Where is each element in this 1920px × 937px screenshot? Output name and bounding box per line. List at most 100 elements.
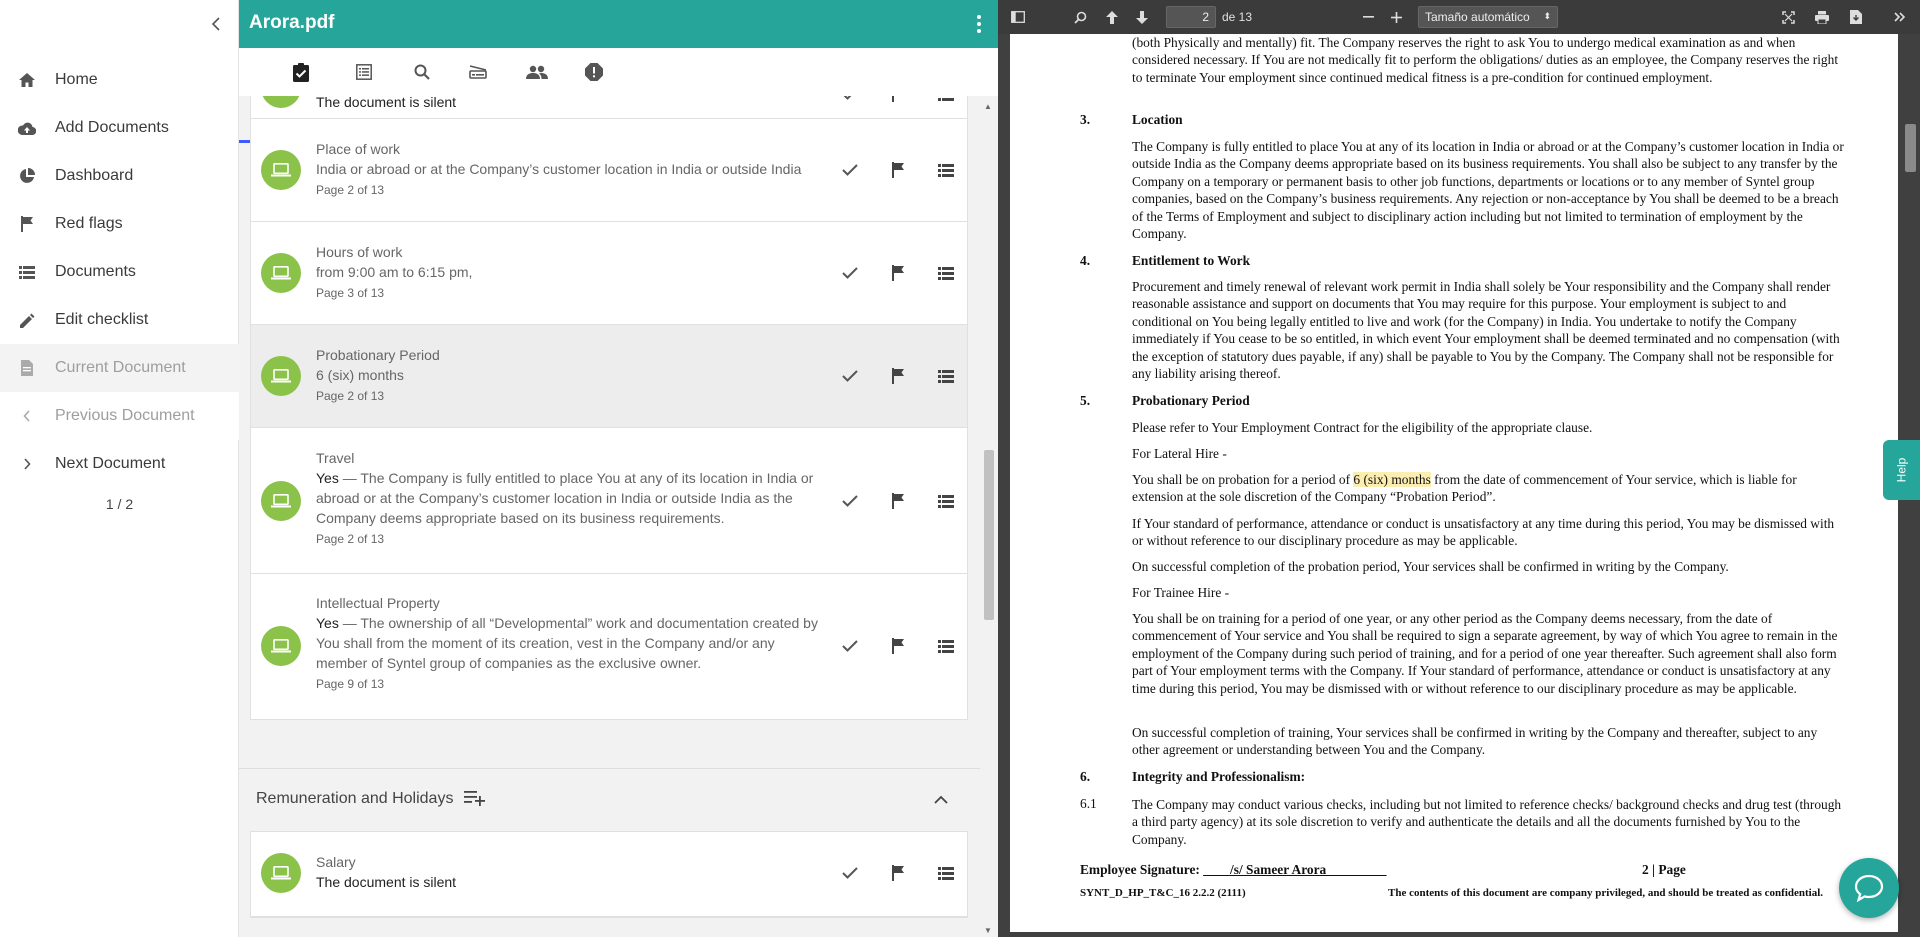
help-tab[interactable]: Help: [1883, 440, 1920, 500]
details-button[interactable]: [931, 96, 961, 109]
checklist-item[interactable]: Salary The document is silent: [251, 832, 967, 917]
list-icon: [938, 266, 954, 280]
checklist-scrollbar[interactable]: ▲ ▼: [980, 96, 998, 937]
collapse-sidebar-button[interactable]: [206, 12, 226, 36]
section-heading: Integrity and Professionalism:: [1132, 769, 1306, 784]
approve-button[interactable]: [835, 858, 865, 888]
section-number: 5.: [1080, 393, 1091, 408]
scroll-up-arrow[interactable]: ▲: [984, 102, 992, 111]
list-icon: [938, 97, 954, 101]
details-button[interactable]: [931, 155, 961, 185]
checklist-item[interactable]: Travel Yes — The Company is fully entitl…: [251, 428, 967, 574]
sidebar-item-edit-checklist[interactable]: Edit checklist: [0, 296, 239, 344]
dot: [977, 21, 981, 26]
approve-button[interactable]: [835, 486, 865, 516]
flag-button[interactable]: [883, 486, 913, 516]
checklist-item[interactable]: Hours of work from 9:00 am to 6:15 pm, P…: [251, 222, 967, 325]
details-button[interactable]: [931, 486, 961, 516]
checklist-item[interactable]: Place of work India or abroad or at the …: [251, 119, 967, 222]
subsection-number: 6.1: [1080, 796, 1097, 811]
zoom-out-button[interactable]: [1358, 5, 1378, 29]
tab-checklist[interactable]: [273, 48, 329, 96]
sidebar-item-previous-document[interactable]: Previous Document: [0, 392, 239, 440]
chat-button[interactable]: [1839, 858, 1899, 918]
check-icon: [842, 267, 858, 279]
approve-button[interactable]: [835, 361, 865, 391]
zoom-select[interactable]: Tamaño automático ⬍: [1418, 6, 1558, 28]
flag-button[interactable]: [883, 361, 913, 391]
approve-button[interactable]: [835, 96, 865, 109]
checklist-scroll-area[interactable]: The document is silent Place of work Ind…: [239, 96, 980, 937]
download-button[interactable]: [1846, 5, 1866, 29]
sidebar-item-label: Dashboard: [55, 167, 134, 184]
flag-button[interactable]: [883, 858, 913, 888]
collapse-section-button[interactable]: [929, 788, 953, 810]
signature-line: Employee Signature: ____/s/ Sameer Arora…: [1080, 862, 1387, 878]
scroll-down-arrow[interactable]: ▼: [984, 926, 992, 935]
sidebar-item-home[interactable]: Home: [0, 56, 239, 104]
item-page: Page 9 of 13: [316, 677, 385, 691]
checklist-item-selected[interactable]: Probationary Period 6 (six) months Page …: [251, 325, 967, 428]
flag-button[interactable]: [883, 155, 913, 185]
home-icon: [18, 71, 36, 89]
flag-icon: [892, 493, 904, 509]
checklist-section: The document is silent Place of work Ind…: [250, 96, 968, 720]
details-button[interactable]: [931, 858, 961, 888]
sidebar-item-documents[interactable]: Documents: [0, 248, 239, 296]
approve-button[interactable]: [835, 258, 865, 288]
sidebar-item-add-documents[interactable]: Add Documents: [0, 104, 239, 152]
app-header: Arora.pdf: [239, 0, 998, 48]
zoom-select-value: Tamaño automático: [1425, 10, 1530, 24]
details-button[interactable]: [931, 258, 961, 288]
flag-button[interactable]: [883, 96, 913, 109]
tab-table[interactable]: [336, 48, 392, 96]
find-button[interactable]: [1070, 5, 1090, 29]
details-button[interactable]: [931, 631, 961, 661]
highlighted-text: 6 (six) months: [1353, 472, 1431, 487]
pdf-paragraph: You shall be on training for a period of…: [1132, 611, 1838, 696]
add-to-section-button[interactable]: [464, 790, 488, 810]
tab-alerts[interactable]: [566, 48, 622, 96]
more-options-button[interactable]: [974, 13, 984, 35]
check-icon: [842, 495, 858, 507]
zoom-in-button[interactable]: [1386, 5, 1406, 29]
approve-button[interactable]: [835, 631, 865, 661]
page-number-input[interactable]: [1166, 6, 1216, 28]
dot: [977, 14, 981, 19]
item-value: Yes — The Company is fully entitled to p…: [316, 468, 826, 528]
checklist-item[interactable]: Intellectual Property Yes — The ownershi…: [251, 574, 967, 719]
list-icon: [18, 263, 36, 281]
tab-people[interactable]: [509, 48, 565, 96]
page-footer-number: 2 | Page: [1642, 862, 1686, 877]
scrollbar-thumb[interactable]: [984, 450, 994, 620]
scrollbar-thumb[interactable]: [1905, 124, 1916, 172]
sidebar-item-next-document[interactable]: Next Document: [0, 440, 239, 488]
pdf-paragraph: Procurement and timely renewal of releva…: [1132, 279, 1840, 382]
tab-scanner[interactable]: [450, 48, 506, 96]
checklist-item[interactable]: The document is silent: [251, 96, 967, 119]
pdf-paragraph: The Company is fully entitled to place Y…: [1132, 139, 1844, 242]
pdf-paragraph: The Company may conduct various checks, …: [1132, 797, 1842, 847]
toggle-sidebar-button[interactable]: [1008, 5, 1028, 29]
list-icon: [938, 369, 954, 383]
download-icon: [1850, 10, 1862, 24]
flag-button[interactable]: [883, 258, 913, 288]
sidebar-item-current-document[interactable]: Current Document: [0, 344, 239, 392]
previous-page-button[interactable]: [1102, 5, 1122, 29]
playlist-add-icon: [464, 791, 485, 806]
sidebar-item-dashboard[interactable]: Dashboard: [0, 152, 239, 200]
details-button[interactable]: [931, 361, 961, 391]
search-icon: [414, 64, 430, 80]
pdf-page: (both Physically and mentally) fit. The …: [1010, 34, 1898, 932]
presentation-mode-button[interactable]: [1778, 5, 1798, 29]
flag-button[interactable]: [883, 631, 913, 661]
tools-button[interactable]: [1890, 5, 1910, 29]
check-icon: [843, 96, 852, 100]
approve-button[interactable]: [835, 155, 865, 185]
tab-search[interactable]: [394, 48, 450, 96]
laptop-icon: [271, 163, 291, 177]
next-page-button[interactable]: [1132, 5, 1152, 29]
avatar: [261, 356, 301, 396]
print-button[interactable]: [1812, 5, 1832, 29]
sidebar-item-red-flags[interactable]: Red flags: [0, 200, 239, 248]
